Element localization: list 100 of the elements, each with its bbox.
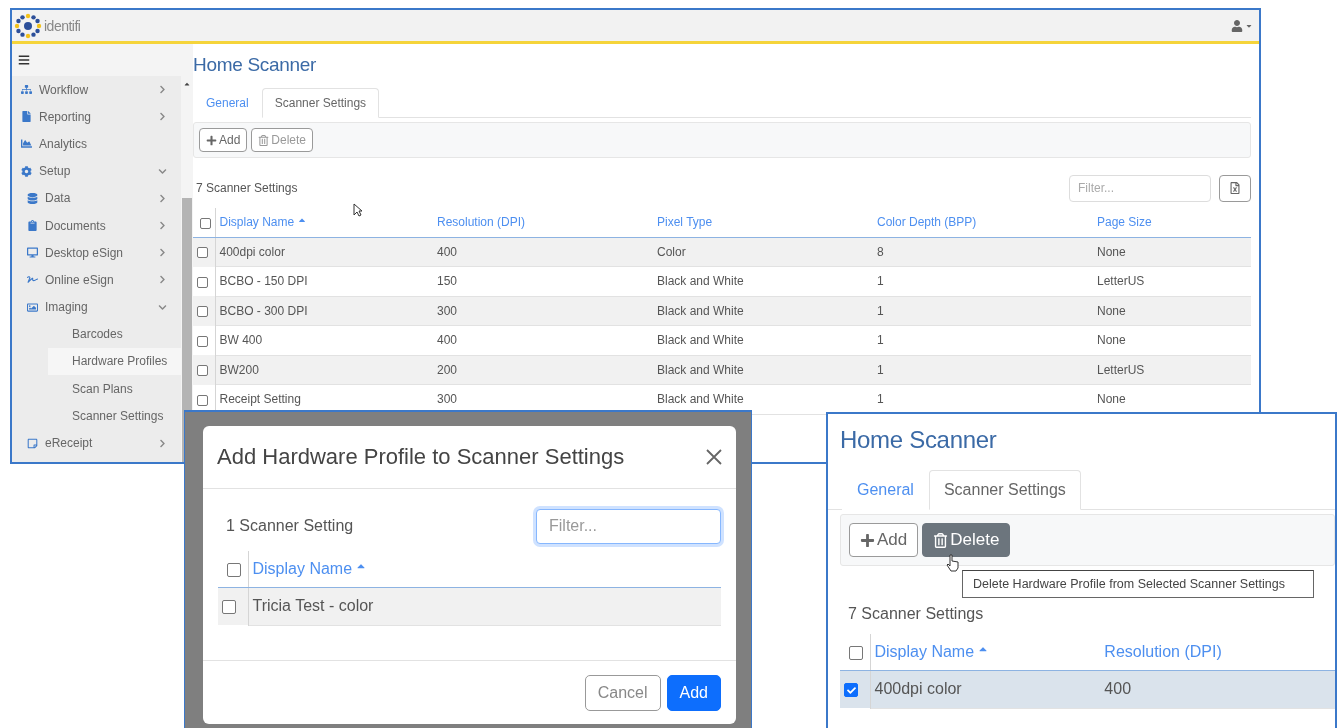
tooltip: Delete Hardware Profile from Selected Scanner Settings: [962, 570, 1314, 598]
add-button[interactable]: Add: [849, 523, 919, 557]
column-header[interactable]: Display Name: [252, 559, 353, 577]
sidebar-item[interactable]: Scanner Settings: [48, 402, 182, 430]
select-all-checkbox[interactable]: [849, 645, 864, 660]
row-checkbox[interactable]: [197, 335, 208, 347]
image-icon: [27, 301, 38, 313]
table-cell: Tricia Test - color: [252, 597, 374, 614]
gear-icon: [21, 165, 32, 177]
filter-field[interactable]: Filter...: [536, 508, 721, 544]
record-count: 7 Scanner Settings: [847, 605, 984, 623]
table-cell: 8: [877, 244, 884, 259]
column-header[interactable]: Page Size: [1097, 215, 1152, 230]
sidebar-item[interactable]: Analytics: [12, 130, 182, 158]
column-header[interactable]: Resolution (DPI): [1104, 642, 1222, 660]
user-icon: [1231, 19, 1243, 32]
table-cell: BCBO - 150 DPI: [219, 274, 308, 289]
select-all-checkbox[interactable]: [199, 217, 211, 229]
table-cell: LetterUS: [1097, 274, 1145, 289]
signature-icon: [27, 274, 38, 286]
page-title: Home Scanner: [193, 54, 317, 76]
export-button[interactable]: [1219, 174, 1251, 202]
table-cell: 400: [437, 244, 458, 259]
note-icon: [27, 437, 38, 449]
dialog-title: Add Hardware Profile to Scanner Settings: [217, 444, 625, 470]
row-checkbox[interactable]: [197, 394, 208, 406]
table-cell: LetterUS: [1097, 362, 1145, 377]
table-cell: Color: [657, 244, 686, 259]
row-checkbox[interactable]: [844, 683, 858, 697]
table-cell: Black and White: [657, 392, 744, 407]
page-title: Home Scanner: [840, 426, 997, 454]
sidebar-item[interactable]: Hardware Profiles: [48, 347, 182, 376]
arrow-cursor-icon: [353, 203, 363, 217]
table-cell: BW 400: [219, 333, 263, 348]
sidebar-item[interactable]: Online eSign: [12, 266, 182, 294]
table-cell: None: [1097, 333, 1126, 348]
table-cell: 1: [877, 392, 884, 407]
table-cell: BCBO - 300 DPI: [219, 303, 308, 318]
table-cell: None: [1097, 392, 1126, 407]
sidebar-item[interactable]: Reporting: [12, 103, 182, 131]
table-cell: None: [1097, 244, 1126, 259]
clipboard-icon: [27, 220, 38, 232]
table-cell: Black and White: [657, 303, 744, 318]
select-all-checkbox[interactable]: [227, 562, 242, 577]
row-checkbox[interactable]: [197, 306, 208, 318]
tab[interactable]: Scanner Settings: [928, 470, 1081, 510]
record-count: 7 Scanner Settings: [195, 181, 298, 195]
table-cell: 1: [877, 303, 884, 318]
column-header[interactable]: Display Name: [874, 642, 975, 660]
sidebar-item[interactable]: Barcodes: [48, 320, 182, 348]
sidebar-item[interactable]: Documents: [12, 211, 182, 240]
column-header[interactable]: Resolution (DPI): [437, 215, 526, 230]
table-cell: 1: [877, 274, 884, 289]
scroll-up-icon[interactable]: [183, 80, 192, 88]
plus-icon: [860, 532, 875, 548]
table-cell: Black and White: [657, 274, 744, 289]
sidebar-item[interactable]: Setup: [12, 157, 182, 185]
column-header[interactable]: Pixel Type: [657, 215, 713, 230]
filter-field[interactable]: Filter...: [1069, 174, 1211, 202]
table-cell: 400: [437, 333, 458, 348]
column-header[interactable]: Color Depth (BPP): [877, 215, 977, 230]
delete-button[interactable]: Delete: [922, 523, 1011, 557]
table-cell: 300: [437, 392, 458, 407]
row-checkbox[interactable]: [197, 276, 208, 288]
table-cell: 150: [437, 274, 458, 289]
sidebar-item[interactable]: Imaging: [12, 293, 182, 321]
table-cell: 1: [877, 362, 884, 377]
user-menu[interactable]: [1231, 19, 1253, 32]
file-icon: [21, 111, 32, 123]
table-cell: 1: [877, 333, 884, 348]
sitemap-icon: [21, 84, 32, 96]
table-cell: 400dpi color: [874, 680, 962, 697]
sidebar-item[interactable]: Desktop eSign: [12, 239, 182, 267]
table-cell: Black and White: [657, 333, 744, 348]
sidebar-item[interactable]: Scan Plans: [48, 375, 182, 403]
row-checkbox[interactable]: [197, 365, 208, 377]
add-button[interactable]: Add: [666, 674, 721, 711]
tab[interactable]: Scanner Settings: [261, 88, 380, 118]
row-checkbox[interactable]: [197, 247, 208, 259]
close-button[interactable]: [706, 449, 722, 465]
sidebar-item[interactable]: Workflow: [12, 76, 182, 104]
sidebar-item[interactable]: eReceipt: [12, 429, 182, 457]
table-cell: 200: [437, 362, 458, 377]
table-cell: BW200: [219, 362, 259, 377]
table-cell: None: [1097, 303, 1126, 318]
table-cell: 400dpi color: [219, 244, 285, 259]
table-cell: 400: [1104, 680, 1132, 697]
cancel-button[interactable]: Cancel: [584, 674, 661, 711]
record-count: 1 Scanner Setting: [225, 517, 354, 535]
add-button[interactable]: Add: [199, 128, 248, 152]
row-checkbox[interactable]: [222, 600, 236, 614]
database-icon: [27, 192, 38, 204]
table-cell: Receipt Setting: [219, 392, 301, 407]
column-header[interactable]: Display Name: [219, 215, 295, 230]
scrollbar[interactable]: [181, 44, 194, 462]
monitor-icon: [27, 247, 38, 259]
spreadsheet-icon: [1229, 182, 1241, 194]
menu-icon[interactable]: [18, 54, 30, 66]
sidebar-item[interactable]: Data: [12, 184, 182, 212]
logo-icon: [14, 12, 42, 39]
